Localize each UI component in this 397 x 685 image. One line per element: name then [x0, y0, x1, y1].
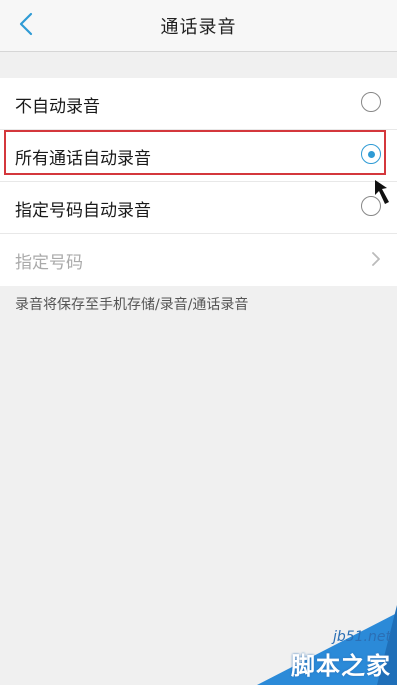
watermark-name: 脚本之家 [291, 652, 391, 680]
option-label: 不自动录音 [15, 97, 100, 117]
radio-button[interactable] [361, 92, 381, 112]
page-title: 通话录音 [160, 17, 237, 38]
option-record-specified-numbers[interactable]: 指定号码自动录音 [0, 182, 397, 234]
specified-numbers-item[interactable]: 指定号码 [0, 234, 397, 286]
storage-path-note: 录音将保存至手机存储/录音/通话录音 [15, 297, 249, 313]
chevron-right-icon [371, 251, 381, 267]
specified-numbers-label: 指定号码 [15, 253, 83, 273]
recording-options-list: 不自动录音 所有通话自动录音 指定号码自动录音 指定号码 [0, 78, 397, 286]
call-recording-screen: 通话录音 不自动录音 所有通话自动录音 指定号码自动录音 指定号码 录音将保存至… [0, 0, 397, 685]
arrow-pointer-icon [373, 178, 393, 206]
option-label: 指定号码自动录音 [15, 201, 151, 221]
watermark-url: jb51.net [332, 629, 391, 645]
option-record-all-calls[interactable]: 所有通话自动录音 [0, 130, 397, 182]
top-bar: 通话录音 [0, 0, 397, 52]
radio-button-selected[interactable] [361, 144, 381, 164]
site-watermark: jb51.net 脚本之家 [237, 605, 397, 685]
option-no-auto-record[interactable]: 不自动录音 [0, 78, 397, 130]
option-label: 所有通话自动录音 [15, 149, 151, 169]
